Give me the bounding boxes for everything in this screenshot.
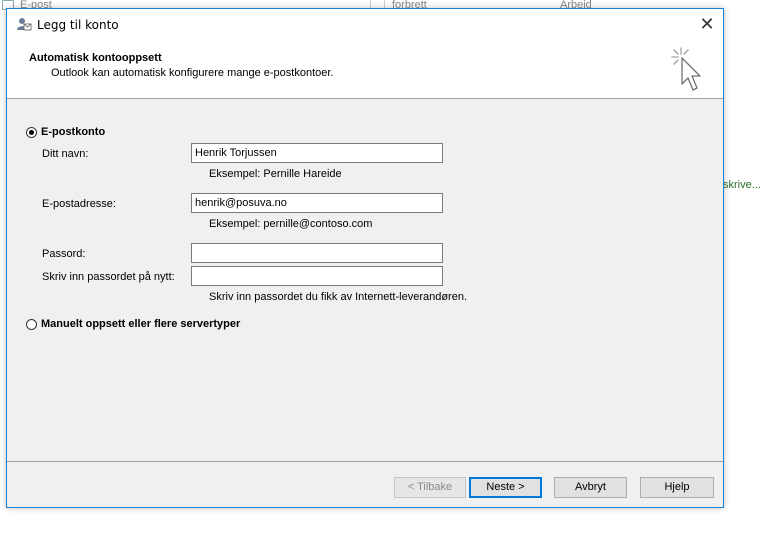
password-label: Passord:	[42, 248, 86, 260]
outlook-account-icon	[17, 18, 32, 31]
email-hint: Eksempel: pernille@contoso.com	[209, 218, 373, 230]
auto-setup-cursor-icon	[671, 47, 701, 91]
manual-setup-radio[interactable]	[26, 319, 37, 330]
header-subtitle: Outlook kan automatisk konfigurere mange…	[51, 67, 334, 79]
background-side-text: skrive...	[723, 179, 761, 191]
dialog-title: Legg til konto	[37, 18, 119, 32]
password-input[interactable]	[191, 243, 443, 263]
name-label: Ditt navn:	[42, 148, 89, 160]
add-account-dialog: Legg til konto ✕ Automatisk kontooppsett…	[6, 8, 724, 508]
email-account-radio-label[interactable]: E-postkonto	[41, 126, 105, 138]
close-icon: ✕	[699, 14, 715, 35]
dialog-header: Automatisk kontooppsett Outlook kan auto…	[7, 40, 723, 99]
name-hint: Eksempel: Pernille Hareide	[209, 168, 342, 180]
email-input[interactable]: henrik@posuva.no	[191, 193, 443, 213]
close-button[interactable]: ✕	[691, 9, 723, 40]
next-button[interactable]: Neste >	[469, 477, 542, 498]
manual-setup-radio-label[interactable]: Manuelt oppsett eller flere servertyper	[41, 318, 240, 330]
back-button[interactable]: < Tilbake	[394, 477, 466, 498]
title-bar: Legg til konto ✕	[7, 9, 723, 40]
help-button[interactable]: Hjelp	[640, 477, 714, 498]
header-title: Automatisk kontooppsett	[29, 52, 162, 64]
name-input[interactable]: Henrik Torjussen	[191, 143, 443, 163]
cancel-button[interactable]: Avbryt	[554, 477, 627, 498]
email-label: E-postadresse:	[42, 198, 116, 210]
password-repeat-label: Skriv inn passordet på nytt:	[42, 271, 175, 283]
email-account-radio[interactable]	[26, 127, 37, 138]
dialog-content: E-postkonto Ditt navn: Henrik Torjussen …	[7, 99, 723, 462]
password-hint: Skriv inn passordet du fikk av Internett…	[209, 291, 468, 303]
password-repeat-input[interactable]	[191, 266, 443, 286]
